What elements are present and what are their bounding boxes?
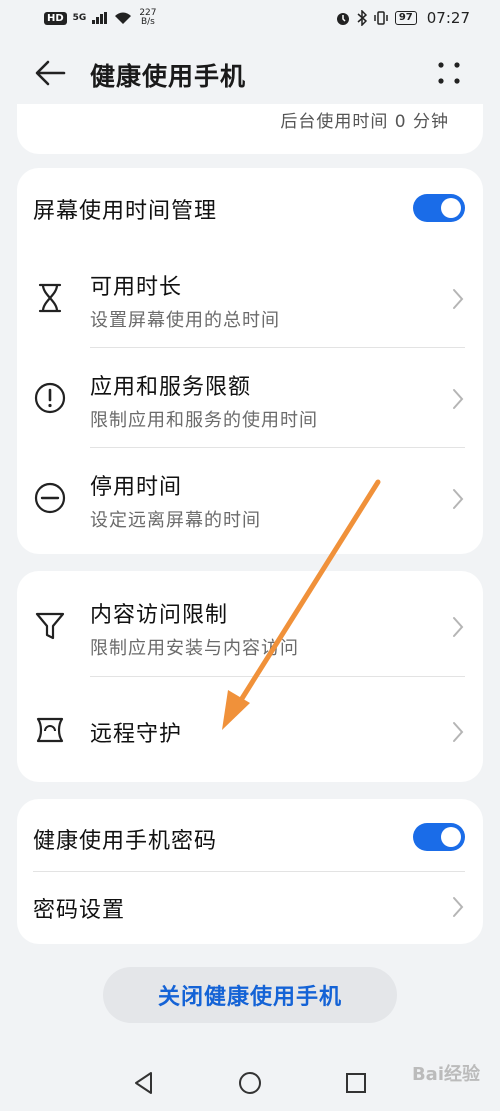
screen-time-label: 屏幕使用时间管理 (33, 199, 218, 224)
item-title: 停用时间 (90, 475, 183, 500)
minus-circle-icon (34, 482, 66, 514)
chevron-right-icon (453, 897, 464, 917)
item-subtitle: 限制应用安装与内容访问 (90, 638, 299, 659)
screen-time-toggle-row[interactable]: 屏幕使用时间管理 (17, 168, 483, 248)
list-item-password-settings[interactable]: 密码设置 (17, 872, 483, 944)
arrow-left-icon[interactable] (34, 58, 66, 88)
clock: 07:27 (426, 9, 470, 27)
nav-home-circle-icon[interactable] (237, 1070, 263, 1096)
item-title: 内容访问限制 (90, 603, 229, 628)
more-dots-icon[interactable] (434, 56, 464, 90)
screen-time-toggle[interactable] (413, 194, 465, 222)
status-bar: HD 5G 227 B/s 97 07:27 (0, 0, 500, 36)
item-title: 应用和服务限额 (90, 375, 252, 400)
signal-type: 5G (72, 13, 87, 23)
bluetooth-icon (357, 10, 367, 26)
nav-back-triangle-icon[interactable] (131, 1070, 157, 1096)
password-settings-label: 密码设置 (33, 898, 126, 923)
item-title: 远程守护 (90, 722, 183, 747)
password-toggle-label: 健康使用手机密码 (33, 829, 218, 854)
status-right: 97 07:27 (335, 9, 470, 27)
hd-badge: HD (44, 11, 67, 25)
item-subtitle: 限制应用和服务的使用时间 (90, 410, 318, 431)
password-toggle[interactable] (413, 823, 465, 851)
restrictions-card: 内容访问限制 限制应用安装与内容访问 远程守护 (17, 571, 483, 782)
title-bar: 健康使用手机 (0, 44, 500, 102)
password-toggle-row[interactable]: 健康使用手机密码 (17, 799, 483, 871)
exclamation-circle-icon (34, 382, 66, 414)
vibrate-icon (374, 11, 388, 25)
hourglass-icon (38, 283, 62, 313)
close-healthy-usage-button[interactable]: 关闭健康使用手机 (103, 967, 397, 1023)
battery-icon: 97 (394, 11, 417, 25)
annotation-arrow-icon (222, 479, 381, 730)
item-title: 可用时长 (90, 275, 183, 300)
list-item-app-limits[interactable]: 应用和服务限额 限制应用和服务的使用时间 (17, 348, 483, 448)
chevron-right-icon (453, 617, 464, 637)
network-speed: 227 B/s (139, 9, 156, 27)
signal-icon (92, 12, 108, 24)
wifi-icon (115, 12, 132, 24)
watermark: Bai经验 (411, 1064, 480, 1085)
speed-unit: B/s (140, 17, 155, 27)
filter-icon (35, 612, 65, 640)
status-left: HD 5G 227 B/s (44, 9, 157, 27)
password-card: 健康使用手机密码 密码设置 (17, 799, 483, 944)
alarm-icon (336, 13, 349, 25)
item-subtitle: 设置屏幕使用的总时间 (90, 310, 280, 331)
remote-guard-icon (36, 717, 64, 743)
list-item-remote-guard[interactable]: 远程守护 (17, 677, 483, 782)
list-item-content-restrictions[interactable]: 内容访问限制 限制应用安装与内容访问 (17, 571, 483, 676)
background-time-text: 后台使用时间 0 分钟 (280, 112, 449, 132)
list-item-available-time[interactable]: 可用时长 设置屏幕使用的总时间 (17, 248, 483, 348)
chevron-right-icon (453, 489, 464, 509)
chevron-right-icon (453, 389, 464, 409)
usage-summary-card: 后台使用时间 0 分钟 (17, 104, 483, 154)
item-subtitle: 设定远离屏幕的时间 (90, 510, 261, 531)
chevron-right-icon (453, 722, 464, 742)
chevron-right-icon (453, 289, 464, 309)
screen-time-card: 屏幕使用时间管理 可用时长 设置屏幕使用的总时间 应用和服务限额 限制应用和服务… (17, 168, 483, 554)
list-item-downtime[interactable]: 停用时间 设定远离屏幕的时间 (17, 448, 483, 554)
page-title: 健康使用手机 (90, 62, 247, 91)
nav-recents-square-icon[interactable] (343, 1070, 369, 1096)
